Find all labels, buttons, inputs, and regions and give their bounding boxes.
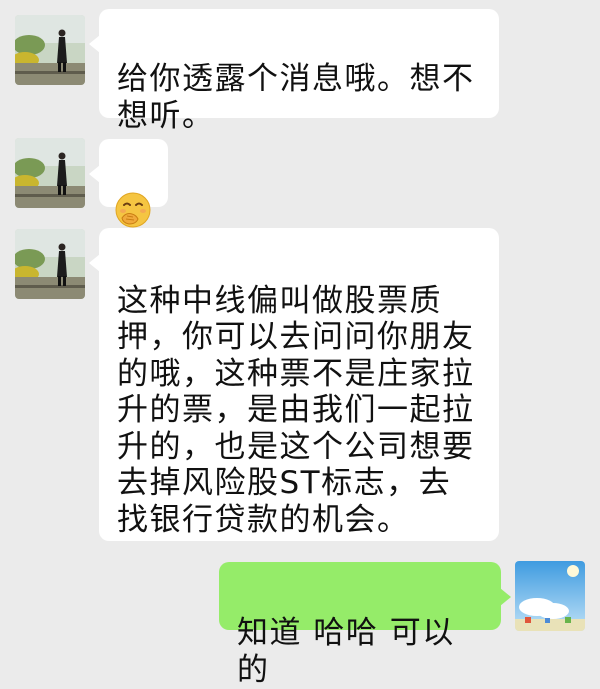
message-bubble[interactable]: 给你透露个消息哦。想不 想听。 (89, 9, 499, 134)
chat-message-list[interactable]: 给你透露个消息哦。想不 想听。 这种中线偏叫做股票质 押，你可以去问问你朋友 的… (0, 0, 600, 688)
my-avatar[interactable] (515, 561, 585, 631)
message-text: 知道 哈哈 可以的 (237, 615, 455, 688)
message-bubble[interactable]: 知道 哈哈 可以的 (219, 562, 511, 688)
message-bubble[interactable] (89, 139, 168, 228)
message-text: 给你透露个消息哦。想不 想听。 (117, 61, 475, 134)
contact-photo (15, 229, 85, 299)
my-photo (515, 561, 585, 631)
contact-avatar[interactable] (15, 138, 85, 208)
contact-avatar[interactable] (15, 15, 85, 85)
contact-photo (15, 15, 85, 85)
hand-over-mouth-emoji-icon (115, 192, 151, 228)
contact-photo (15, 138, 85, 208)
contact-avatar[interactable] (15, 229, 85, 299)
message-bubble[interactable]: 这种中线偏叫做股票质 押，你可以去问问你朋友 的哦，这种票不是庄家拉 升的票，是… (89, 228, 499, 541)
message-text: 这种中线偏叫做股票质 押，你可以去问问你朋友 的哦，这种票不是庄家拉 升的票，是… (117, 282, 475, 538)
